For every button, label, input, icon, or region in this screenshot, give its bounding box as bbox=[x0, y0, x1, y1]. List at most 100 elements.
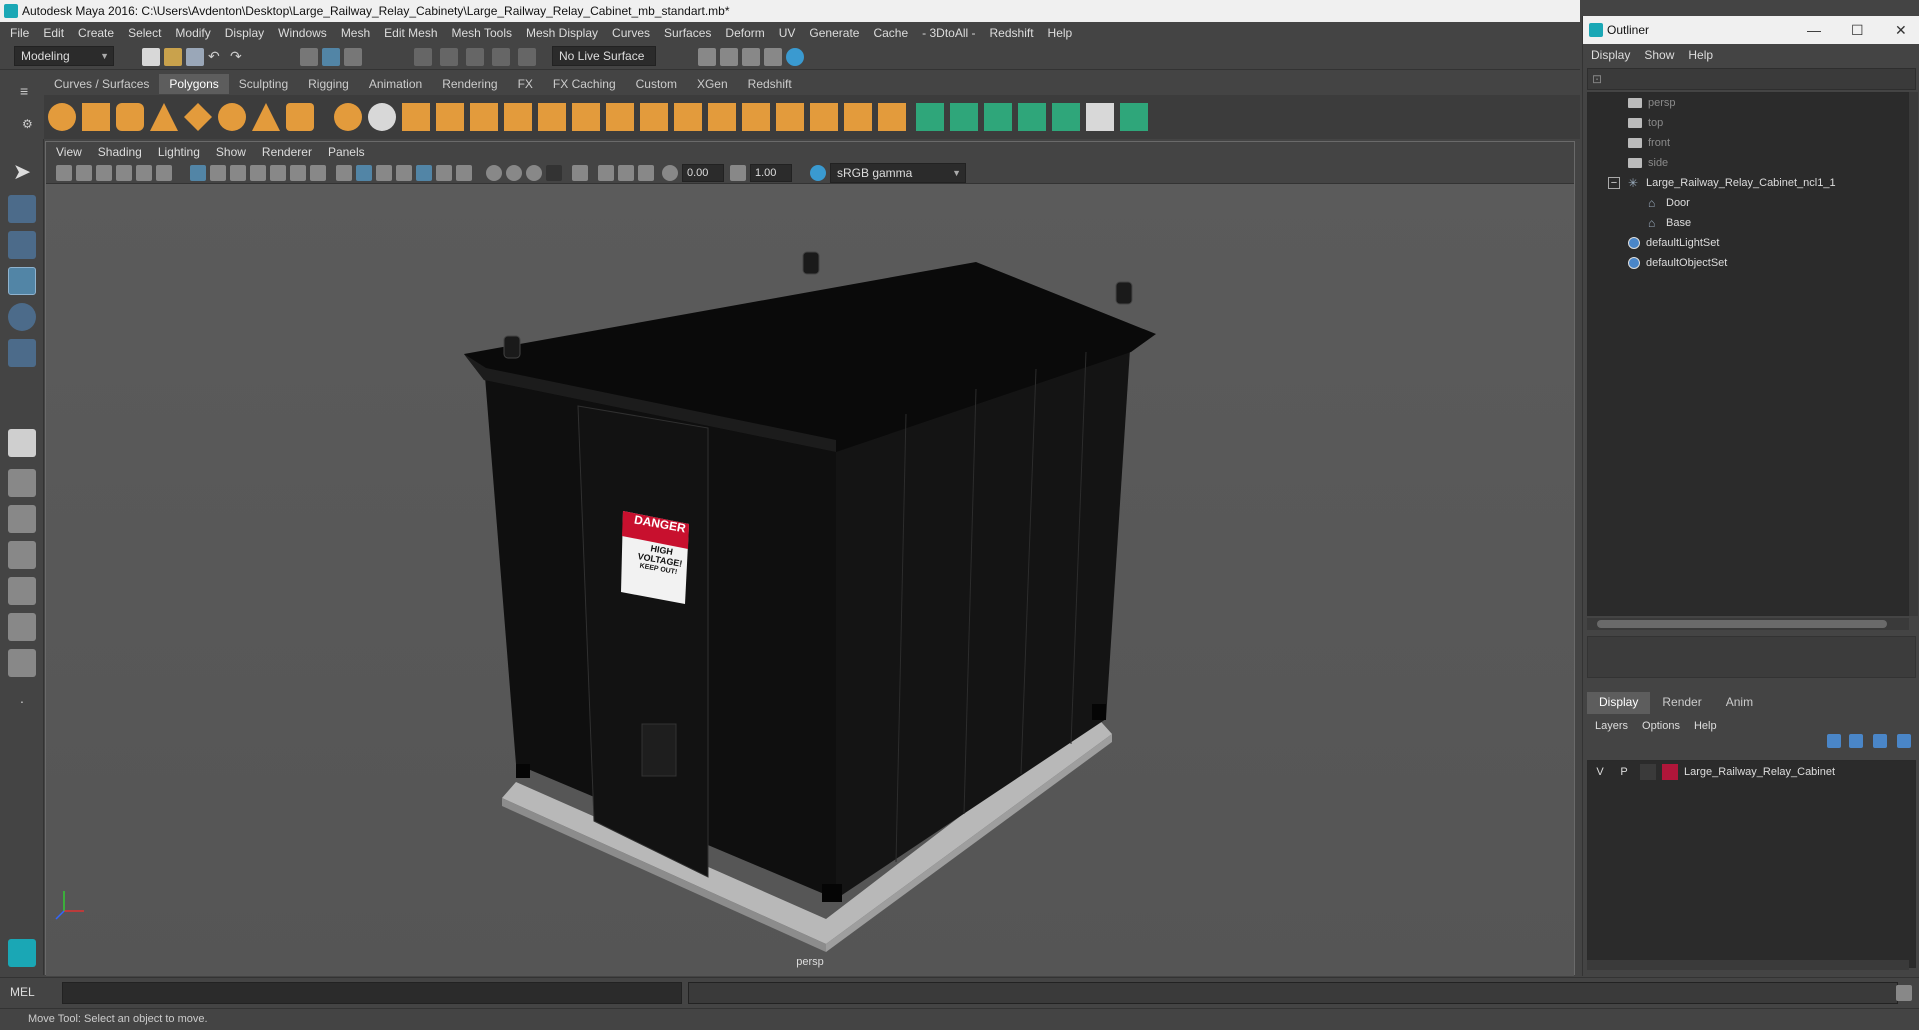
grease-pencil-icon[interactable] bbox=[156, 165, 172, 181]
maximize-icon[interactable]: ☐ bbox=[1851, 16, 1864, 44]
outliner-item-top[interactable]: top bbox=[1628, 113, 1663, 133]
ipr-render-icon[interactable] bbox=[742, 48, 760, 66]
collapse-icon[interactable] bbox=[708, 103, 736, 131]
scale-tool-icon[interactable] bbox=[8, 339, 36, 367]
select-tool-icon[interactable]: ➤ bbox=[8, 159, 36, 187]
grid-toggle-icon[interactable] bbox=[190, 165, 206, 181]
3d-viewport[interactable]: DANGER HIGH VOLTAGE! KEEP OUT! persp bbox=[46, 184, 1574, 976]
snap-grid-icon[interactable] bbox=[414, 48, 432, 66]
menu-file[interactable]: File bbox=[10, 26, 29, 40]
xray-joints-icon[interactable] bbox=[618, 165, 634, 181]
outliner-horizontal-scrollbar[interactable] bbox=[1587, 618, 1909, 630]
xray-components-icon[interactable] bbox=[638, 165, 654, 181]
command-input[interactable] bbox=[62, 982, 682, 1004]
two-side-layout-icon[interactable] bbox=[8, 505, 36, 533]
shelf-menu-icon[interactable]: ≡ bbox=[20, 83, 28, 99]
smooth-shade-icon[interactable] bbox=[356, 165, 372, 181]
combine-icon[interactable] bbox=[334, 103, 362, 131]
bookmark-icon[interactable] bbox=[96, 165, 112, 181]
menu-generate[interactable]: Generate bbox=[809, 26, 859, 40]
outliner-item-defaultlightset[interactable]: defaultLightSet bbox=[1628, 233, 1719, 253]
move-layer-down-icon[interactable] bbox=[1849, 734, 1863, 748]
mode-selector[interactable]: Modeling ▼ bbox=[14, 46, 114, 66]
gamma-field[interactable]: 1.00 bbox=[750, 164, 792, 182]
open-scene-icon[interactable] bbox=[164, 48, 182, 66]
scrollbar-thumb[interactable] bbox=[1597, 620, 1887, 628]
use-all-lights-icon[interactable] bbox=[436, 165, 452, 181]
menu-select[interactable]: Select bbox=[128, 26, 161, 40]
menu-cache[interactable]: Cache bbox=[873, 26, 908, 40]
shelf-tab-fx-caching[interactable]: FX Caching bbox=[543, 74, 626, 94]
outliner-menu-display[interactable]: Display bbox=[1591, 48, 1630, 62]
multi-cut-icon[interactable] bbox=[606, 103, 634, 131]
lasso-tool-icon[interactable] bbox=[8, 195, 36, 223]
menu-mesh-display[interactable]: Mesh Display bbox=[526, 26, 598, 40]
layer-playback-toggle[interactable]: P bbox=[1616, 764, 1632, 780]
isolate-select-icon[interactable] bbox=[572, 165, 588, 181]
shelf-tab-xgen[interactable]: XGen bbox=[687, 74, 738, 94]
minimize-icon[interactable]: — bbox=[1807, 16, 1821, 44]
menu-edit[interactable]: Edit bbox=[43, 26, 64, 40]
snap-point-icon[interactable] bbox=[466, 48, 484, 66]
uv-automatic-icon[interactable] bbox=[1018, 103, 1046, 131]
redo-icon[interactable]: ↷ bbox=[230, 48, 248, 66]
uv-cylindrical-icon[interactable] bbox=[950, 103, 978, 131]
outliner-item-group[interactable]: − ✳ Large_Railway_Relay_Cabinet_ncl1_1 bbox=[1608, 173, 1836, 193]
safe-action-icon[interactable] bbox=[290, 165, 306, 181]
render-view-icon[interactable] bbox=[698, 48, 716, 66]
poly-torus-icon[interactable] bbox=[218, 103, 246, 131]
outliner-item-door[interactable]: ⌂ Door bbox=[1648, 193, 1690, 213]
hypershade-icon[interactable] bbox=[786, 48, 804, 66]
fill-hole-icon[interactable] bbox=[742, 103, 770, 131]
extrude-icon[interactable] bbox=[470, 103, 498, 131]
menu-edit-mesh[interactable]: Edit Mesh bbox=[384, 26, 437, 40]
checker-icon[interactable] bbox=[1086, 103, 1114, 131]
snap-surface-icon[interactable] bbox=[518, 48, 536, 66]
exposure-field[interactable]: 0.00 bbox=[682, 164, 724, 182]
outliner-item-defaultobjectset[interactable]: defaultObjectSet bbox=[1628, 253, 1727, 273]
layer-horizontal-scrollbar[interactable] bbox=[1587, 960, 1909, 970]
menu-mesh[interactable]: Mesh bbox=[341, 26, 370, 40]
merge-icon[interactable] bbox=[674, 103, 702, 131]
color-management-icon[interactable] bbox=[810, 165, 826, 181]
target-weld-icon[interactable] bbox=[640, 103, 668, 131]
move-tool-icon[interactable] bbox=[8, 267, 36, 295]
camera-attributes-icon[interactable] bbox=[76, 165, 92, 181]
viewport-menu-panels[interactable]: Panels bbox=[328, 145, 365, 159]
bridge-icon[interactable] bbox=[504, 103, 532, 131]
two-stack-layout-icon[interactable] bbox=[8, 541, 36, 569]
layer-visibility-toggle[interactable]: V bbox=[1592, 764, 1608, 780]
poly-plane-icon[interactable] bbox=[184, 103, 212, 131]
layer-display-type[interactable] bbox=[1640, 764, 1656, 780]
separate-icon[interactable] bbox=[368, 103, 396, 131]
wedge-icon[interactable] bbox=[878, 103, 906, 131]
menu-deform[interactable]: Deform bbox=[725, 26, 764, 40]
outliner-item-persp[interactable]: persp bbox=[1628, 93, 1676, 113]
camera-select-icon[interactable] bbox=[56, 165, 72, 181]
hypershade-layout-icon[interactable] bbox=[8, 649, 36, 677]
anti-aliasing-icon[interactable] bbox=[526, 165, 542, 181]
menu-windows[interactable]: Windows bbox=[278, 26, 327, 40]
single-view-layout-icon[interactable] bbox=[8, 429, 36, 457]
bevel-icon[interactable] bbox=[538, 103, 566, 131]
viewport-menu-shading[interactable]: Shading bbox=[98, 145, 142, 159]
poly-sphere-icon[interactable] bbox=[48, 103, 76, 131]
shelf-tab-animation[interactable]: Animation bbox=[359, 74, 432, 94]
viewport-menu-lighting[interactable]: Lighting bbox=[158, 145, 200, 159]
uv-cut-sew-icon[interactable] bbox=[1120, 103, 1148, 131]
menu-help[interactable]: Help bbox=[1048, 26, 1073, 40]
shadows-icon[interactable] bbox=[456, 165, 472, 181]
image-plane-icon[interactable] bbox=[116, 165, 132, 181]
graph-layout-icon[interactable] bbox=[8, 613, 36, 641]
wireframe-icon[interactable] bbox=[336, 165, 352, 181]
menu-redshift[interactable]: Redshift bbox=[990, 26, 1034, 40]
depth-of-field-icon[interactable] bbox=[546, 165, 562, 181]
outliner-item-front[interactable]: front bbox=[1628, 133, 1670, 153]
2d-pan-zoom-icon[interactable] bbox=[136, 165, 152, 181]
layer-row[interactable]: V P Large_Railway_Relay_Cabinet bbox=[1588, 761, 1915, 783]
paint-select-tool-icon[interactable] bbox=[8, 231, 36, 259]
menu-display[interactable]: Display bbox=[225, 26, 264, 40]
select-hierarchy-icon[interactable] bbox=[300, 48, 318, 66]
film-gate-icon[interactable] bbox=[210, 165, 226, 181]
layer-menu-options[interactable]: Options bbox=[1642, 720, 1680, 732]
